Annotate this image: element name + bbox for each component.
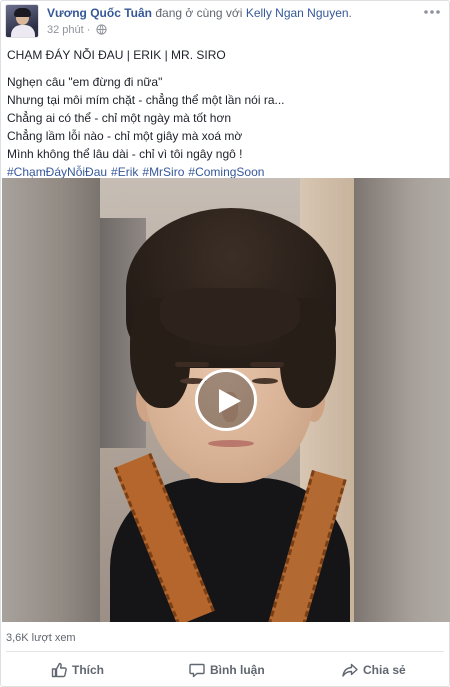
share-label: Chia sẻ <box>363 663 406 677</box>
comment-button[interactable]: Bình luận <box>189 656 289 684</box>
more-options-icon[interactable] <box>423 5 441 17</box>
share-icon <box>342 663 358 677</box>
post-line-3: Chẳng ai có thể - chỉ một ngày mà tốt hơ… <box>7 111 231 125</box>
thumbs-up-icon <box>51 662 67 678</box>
video-blur-right <box>354 178 450 622</box>
like-label: Thích <box>72 663 104 677</box>
divider <box>6 651 444 652</box>
author-name-link[interactable]: Vương Quốc Tuân <box>47 6 152 20</box>
post-body: CHẠM ĐÁY NỖI ĐAU | ERIK | MR. SIRO Nghẹn… <box>7 46 437 181</box>
tagged-suffix: . <box>348 6 352 20</box>
post-card: Vương Quốc Tuân đang ở cùng với Kelly Ng… <box>0 0 450 687</box>
post-timestamp[interactable]: 32 phút <box>47 24 84 36</box>
share-button[interactable]: Chia sẻ <box>342 656 422 684</box>
author-line: Vương Quốc Tuân đang ở cùng với Kelly Ng… <box>47 5 352 21</box>
comment-icon <box>189 663 205 678</box>
hashtag-link[interactable]: #ComingSoon <box>188 165 264 179</box>
post-header: Vương Quốc Tuân đang ở cùng với Kelly Ng… <box>1 1 450 41</box>
action-bar: Thích Bình luận Chia sẻ <box>1 656 450 684</box>
video-blur-left <box>2 178 100 622</box>
author-avatar[interactable] <box>5 4 39 38</box>
hashtag-link[interactable]: #Erik <box>111 165 138 179</box>
like-button[interactable]: Thích <box>51 656 121 684</box>
view-count[interactable]: 3,6K lượt xem <box>6 631 76 645</box>
post-line-2: Nhưng tại môi mím chặt - chẳng thể một l… <box>7 93 285 107</box>
comment-label: Bình luận <box>210 663 265 677</box>
hashtag-link[interactable]: #ChạmĐáyNỗiĐau <box>7 165 107 179</box>
hashtag-link[interactable]: #MrSiro <box>142 165 184 179</box>
play-icon[interactable] <box>195 369 257 431</box>
post-title: CHẠM ĐÁY NỖI ĐAU | ERIK | MR. SIRO <box>7 48 226 62</box>
meta-separator: · <box>86 24 91 36</box>
post-line-1: Nghẹn câu "em đừng đi nữa" <box>7 75 163 89</box>
post-line-5: Mình không thể lâu dài - chỉ vì tôi ngây… <box>7 147 243 161</box>
globe-icon <box>95 24 107 39</box>
post-meta: 32 phút · <box>47 23 107 39</box>
tagged-user-link[interactable]: Kelly Ngan Nguyen <box>246 6 349 20</box>
post-line-4: Chẳng lầm lỗi nào - chỉ một giây mà xoá … <box>7 129 243 143</box>
with-text: đang ở cùng với <box>155 6 243 20</box>
video-player[interactable] <box>2 178 450 622</box>
